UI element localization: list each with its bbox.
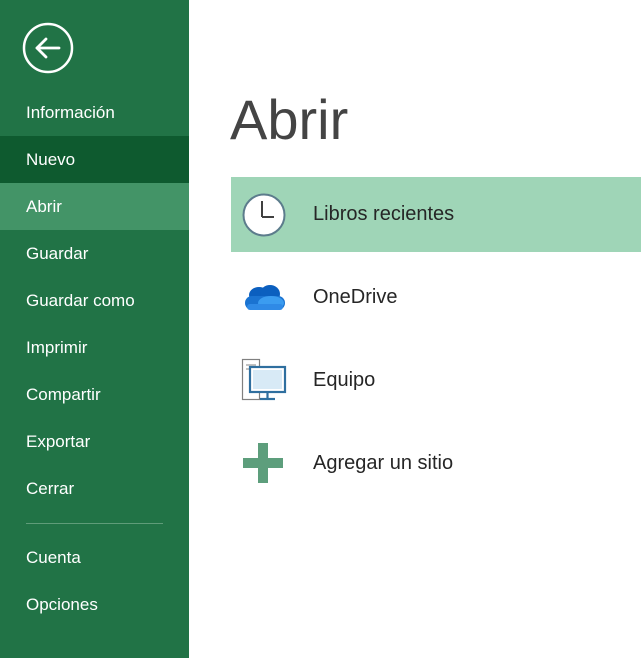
sidebar-item-cuenta[interactable]: Cuenta xyxy=(0,534,189,581)
sidebar-item-cerrar[interactable]: Cerrar xyxy=(0,465,189,512)
computer-icon xyxy=(241,358,287,404)
sidebar-item-informacion[interactable]: Información xyxy=(0,89,189,136)
onedrive-cloud-icon xyxy=(241,275,287,321)
sidebar-item-nuevo[interactable]: Nuevo xyxy=(0,136,189,183)
backstage-sidebar: Información Nuevo Abrir Guardar Guardar … xyxy=(0,0,189,658)
location-label: Equipo xyxy=(313,369,376,391)
sidebar-item-imprimir[interactable]: Imprimir xyxy=(0,324,189,371)
back-arrow-icon xyxy=(22,22,74,74)
sidebar-item-abrir[interactable]: Abrir xyxy=(0,183,189,230)
sidebar-divider xyxy=(26,523,163,524)
location-label: OneDrive xyxy=(313,286,398,308)
plus-icon xyxy=(241,441,287,487)
sidebar-item-guardar[interactable]: Guardar xyxy=(0,230,189,277)
sidebar-item-exportar[interactable]: Exportar xyxy=(0,418,189,465)
sidebar-item-opciones[interactable]: Opciones xyxy=(0,581,189,628)
location-agregar-sitio[interactable]: Agregar un sitio xyxy=(231,426,641,501)
location-label: Libros recientes xyxy=(313,203,455,225)
back-button[interactable] xyxy=(22,22,74,74)
sidebar-item-guardar-como[interactable]: Guardar como xyxy=(0,277,189,324)
location-libros-recientes[interactable]: Libros recientes xyxy=(231,177,641,252)
sidebar-item-compartir[interactable]: Compartir xyxy=(0,371,189,418)
clock-icon xyxy=(241,192,287,238)
page-title: Abrir xyxy=(230,88,349,151)
location-label: Agregar un sitio xyxy=(313,452,454,474)
location-onedrive[interactable]: OneDrive xyxy=(231,260,641,335)
location-equipo[interactable]: Equipo xyxy=(231,343,641,418)
